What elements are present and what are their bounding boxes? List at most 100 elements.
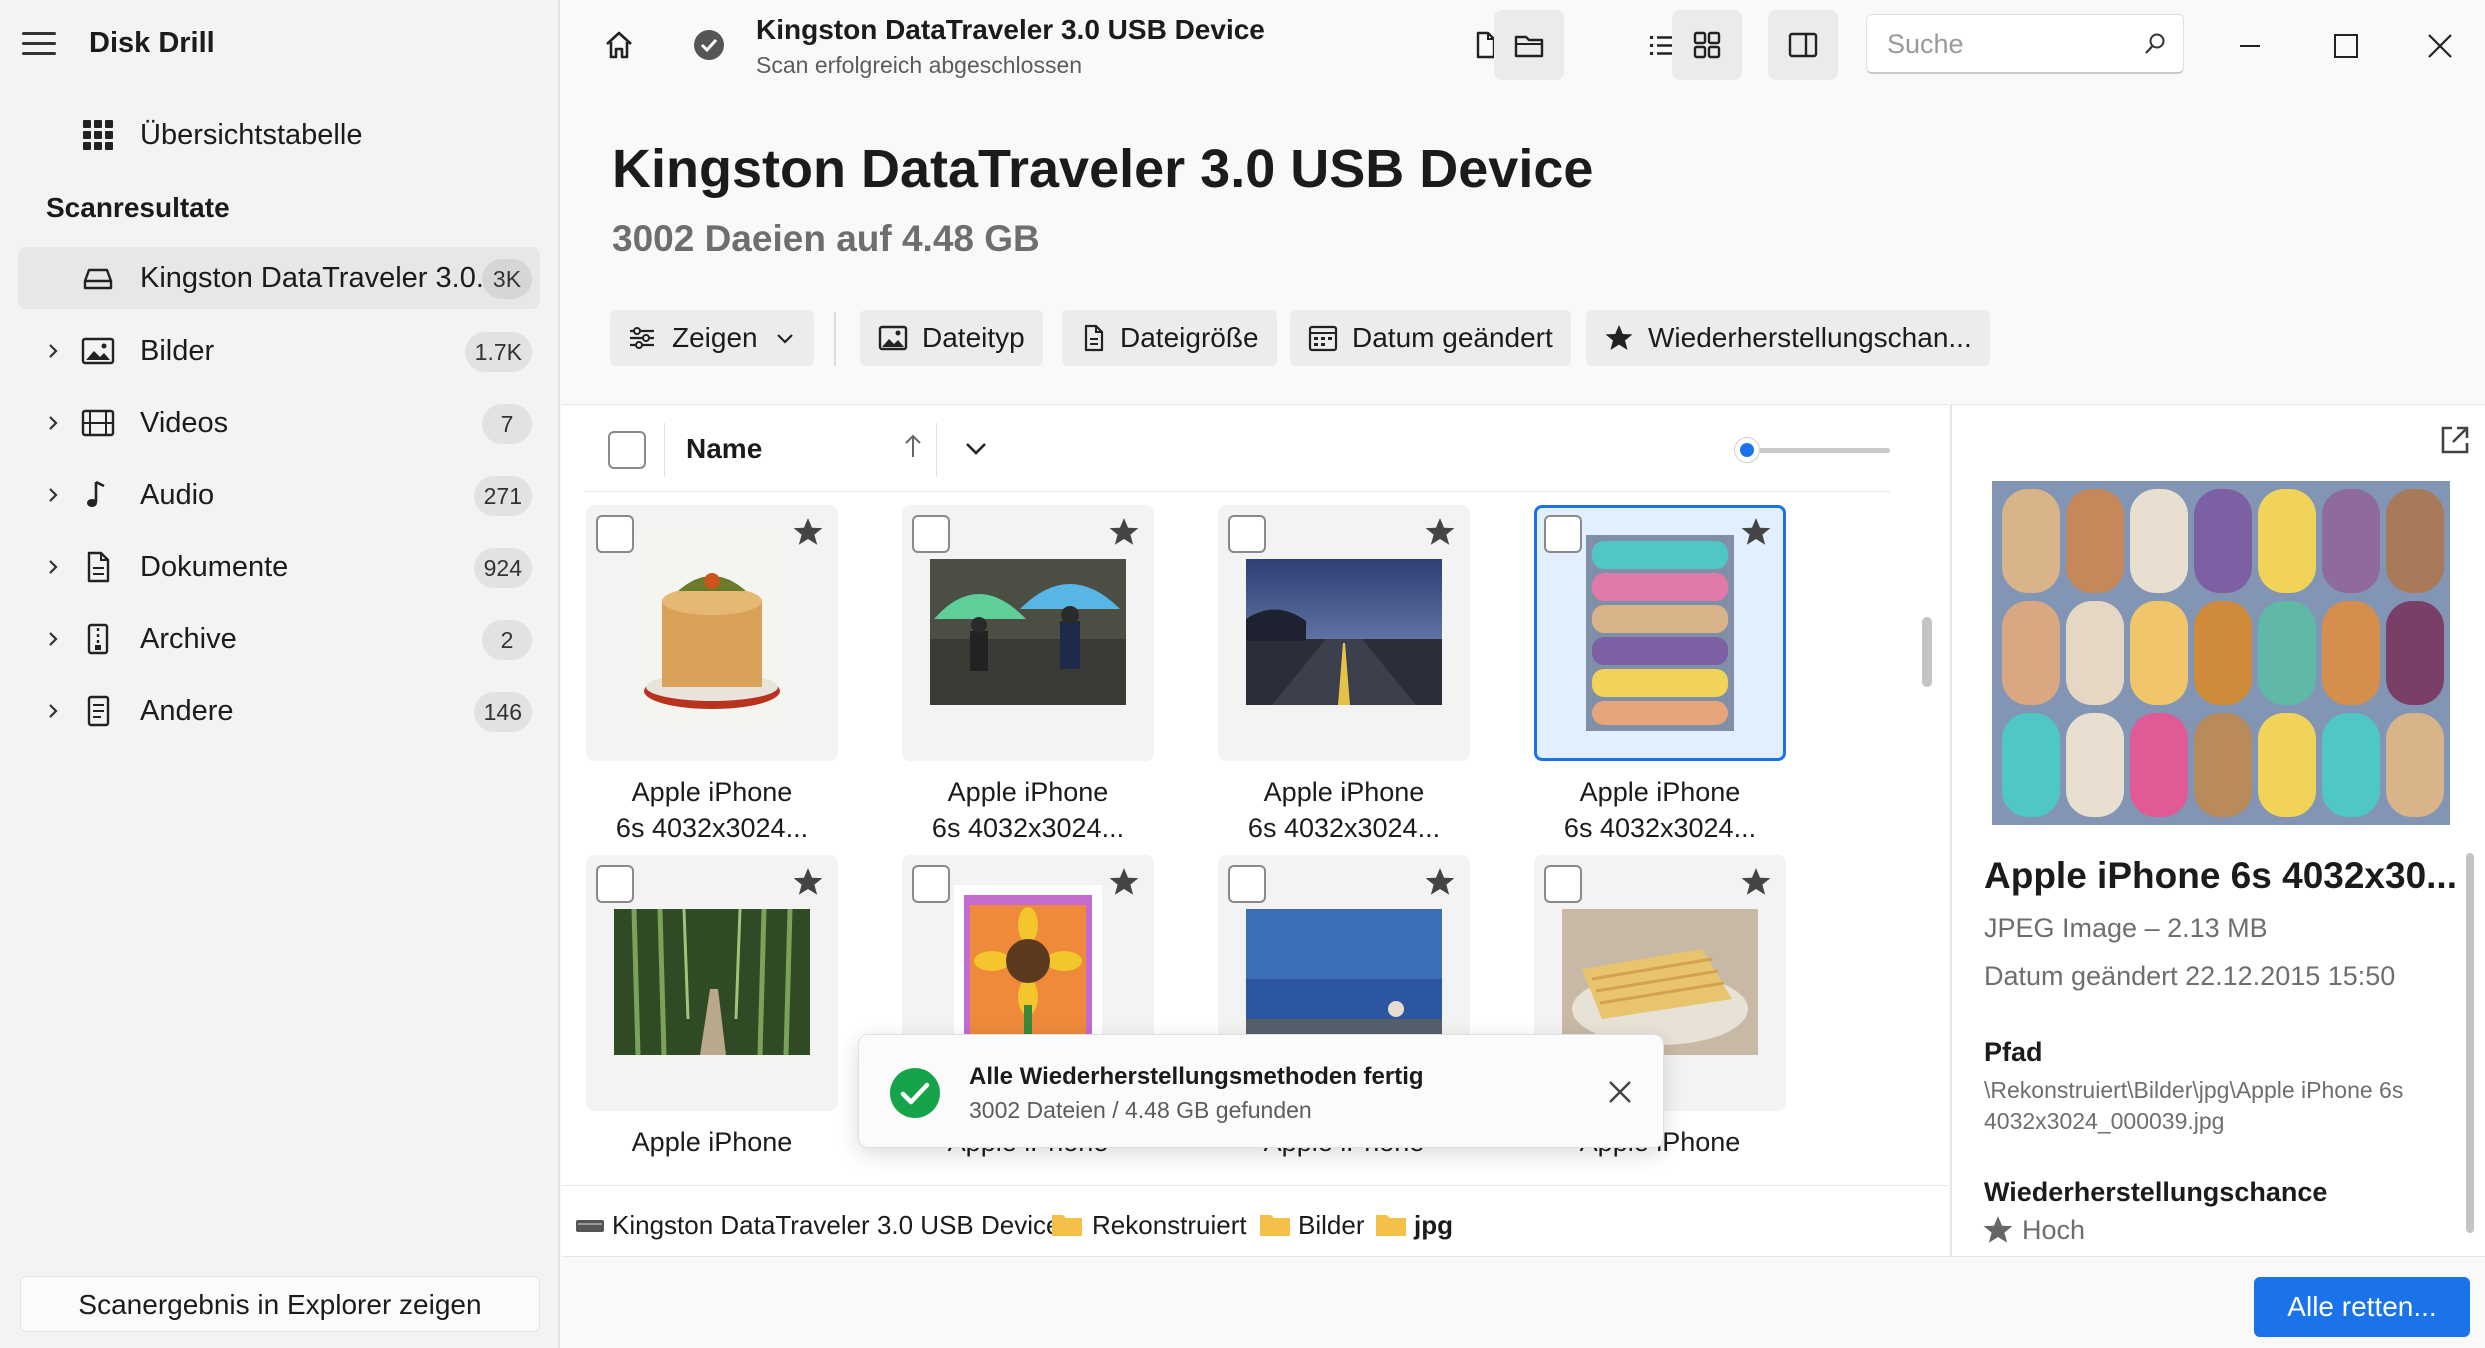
breadcrumb-folder-images[interactable]: Bilder: [1298, 1210, 1364, 1241]
file-checkbox[interactable]: [596, 515, 634, 553]
star-icon: [1605, 325, 1633, 350]
select-all-checkbox[interactable]: [608, 431, 646, 469]
grid-scrollbar[interactable]: [1922, 617, 1932, 687]
sidebar-item-overview[interactable]: Übersichtstabelle: [18, 104, 540, 166]
search-box: [1866, 14, 2184, 74]
thumbnail-size-slider[interactable]: [1734, 437, 1890, 463]
search-input[interactable]: [1887, 27, 2137, 61]
bamboo-forest-photo-thumbnail: [614, 909, 810, 1055]
count-badge: 1.7K: [464, 332, 532, 372]
star-icon: [1741, 868, 1771, 895]
sidebar-item-other[interactable]: Andere 146: [18, 680, 540, 742]
chevron-right-icon[interactable]: [42, 484, 64, 506]
chevron-right-icon[interactable]: [42, 628, 64, 650]
star-icon: [793, 518, 823, 545]
minimize-button[interactable]: [2222, 18, 2278, 74]
file-checkbox[interactable]: [1228, 865, 1266, 903]
file-checkbox[interactable]: [1544, 865, 1582, 903]
scan-status-indicator: [674, 10, 744, 80]
date-filter-button[interactable]: Datum geändert: [1290, 310, 1571, 366]
archive-icon: [87, 623, 109, 655]
document-icon: [1084, 324, 1104, 352]
file-size-filter-label: Dateigröße: [1120, 322, 1259, 353]
close-icon[interactable]: [1605, 1077, 1635, 1107]
file-type-filter-button[interactable]: Dateityp: [860, 310, 1043, 366]
device-title: Kingston DataTraveler 3.0 USB Device: [756, 14, 1265, 45]
detail-file-type: JPEG Image – 2.13 MB: [1984, 913, 2268, 943]
maximize-button[interactable]: [2318, 18, 2374, 74]
column-name-header[interactable]: Name: [686, 433, 762, 465]
sidebar-item-documents[interactable]: Dokumente 924: [18, 536, 540, 598]
sidebar-item-label: Andere: [140, 695, 234, 727]
sidebar-item-audio[interactable]: Audio 271: [18, 464, 540, 526]
top-bar: Kingston DataTraveler 3.0 USB Device Sca…: [562, 0, 2485, 96]
filter-separator: [834, 312, 836, 366]
check-circle-icon: [694, 30, 724, 60]
close-window-button[interactable]: [2412, 18, 2468, 74]
toast-title: Alle Wiederherstellungsmethoden fertig: [969, 1063, 1424, 1090]
file-card-selected[interactable]: Apple iPhone 6s 4032x3024...: [1534, 505, 1786, 843]
chevron-right-icon[interactable]: [42, 700, 64, 722]
film-icon: [81, 409, 115, 437]
sidebar-item-archives[interactable]: Archive 2: [18, 608, 540, 670]
image-icon: [878, 325, 908, 351]
slider-thumb[interactable]: [1734, 437, 1760, 463]
search-icon[interactable]: [2143, 32, 2167, 56]
minimize-icon: [2240, 45, 2260, 47]
sort-ascending-icon[interactable]: [902, 433, 924, 459]
sidebar-item-images[interactable]: Bilder 1.7K: [18, 320, 540, 382]
breadcrumb-folder-jpg[interactable]: jpg: [1414, 1210, 1453, 1241]
detail-file-name: Apple iPhone 6s 4032x30...: [1984, 855, 2457, 896]
grid-view-button[interactable]: [1672, 10, 1742, 80]
open-external-icon[interactable]: [2438, 423, 2472, 457]
recovery-chance-filter-button[interactable]: Wiederherstellungschan...: [1586, 310, 1990, 366]
chevron-right-icon[interactable]: [42, 340, 64, 362]
document-icon: [87, 551, 110, 583]
breadcrumb-device[interactable]: Kingston DataTraveler 3.0 USB Device: [612, 1210, 1060, 1241]
sidebar-item-label: Videos: [140, 407, 229, 439]
chevron-right-icon[interactable]: [42, 412, 64, 434]
file-checkbox[interactable]: [912, 515, 950, 553]
preview-pane-button[interactable]: [1768, 10, 1838, 80]
music-note-icon: [87, 480, 105, 507]
recover-all-button[interactable]: Alle retten...: [2254, 1277, 2470, 1337]
detail-date-changed: Datum geändert 22.12.2015 15:50: [1984, 961, 2396, 991]
folder-view-button[interactable]: [1494, 10, 1564, 80]
file-size-filter-button[interactable]: Dateigröße: [1062, 310, 1277, 366]
show-in-explorer-button[interactable]: Scanergebnis in Explorer zeigen: [20, 1276, 540, 1332]
show-filter-button[interactable]: Zeigen: [610, 310, 814, 366]
details-scrollbar[interactable]: [2466, 853, 2474, 1233]
file-checkbox[interactable]: [1228, 515, 1266, 553]
star-icon: [1983, 1216, 2013, 1243]
file-card[interactable]: Apple iPhone 6s 4032x3024...: [902, 505, 1154, 843]
show-filter-label: Zeigen: [672, 322, 758, 353]
sidebar-item-videos[interactable]: Videos 7: [18, 392, 540, 454]
folder-icon: [1376, 1215, 1406, 1236]
file-card[interactable]: Apple iPhone: [586, 855, 838, 1157]
file-checkbox[interactable]: [596, 865, 634, 903]
scan-status-text: Scan erfolgreich abgeschlossen: [756, 52, 1083, 78]
details-panel: Apple iPhone 6s 4032x30... JPEG Image – …: [1950, 404, 2485, 1256]
other-file-icon: [87, 695, 110, 727]
image-icon: [81, 337, 115, 365]
chevron-down-icon[interactable]: [962, 437, 990, 461]
recovery-chance-filter-label: Wiederherstellungschan...: [1648, 322, 1972, 353]
count-badge: 2: [482, 620, 532, 660]
file-card[interactable]: Apple iPhone 6s 4032x3024...: [1218, 505, 1470, 843]
file-name-line1: Apple iPhone: [1263, 777, 1425, 807]
detail-path: \Rekonstruiert\Bilder\jpg\Apple iPhone 6…: [1984, 1077, 2404, 1134]
star-icon: [1425, 868, 1455, 895]
chevron-right-icon[interactable]: [42, 556, 64, 578]
file-checkbox[interactable]: [1544, 515, 1582, 553]
sidebar-item-label: Dokumente: [140, 551, 289, 583]
road-photo-thumbnail: [1246, 559, 1442, 705]
file-type-filter-label: Dateityp: [922, 322, 1025, 353]
breadcrumb-folder-reconstructed[interactable]: Rekonstruiert: [1092, 1210, 1247, 1241]
sidebar-item-device[interactable]: Kingston DataTraveler 3.0... 3K: [18, 247, 540, 309]
preview-pane-icon: [1788, 32, 1818, 58]
file-card[interactable]: Apple iPhone 6s 4032x3024...: [586, 505, 838, 843]
hamburger-menu-icon[interactable]: [22, 28, 56, 58]
home-button[interactable]: [584, 10, 654, 80]
file-name-line1: Apple iPhone: [631, 777, 793, 807]
file-checkbox[interactable]: [912, 865, 950, 903]
